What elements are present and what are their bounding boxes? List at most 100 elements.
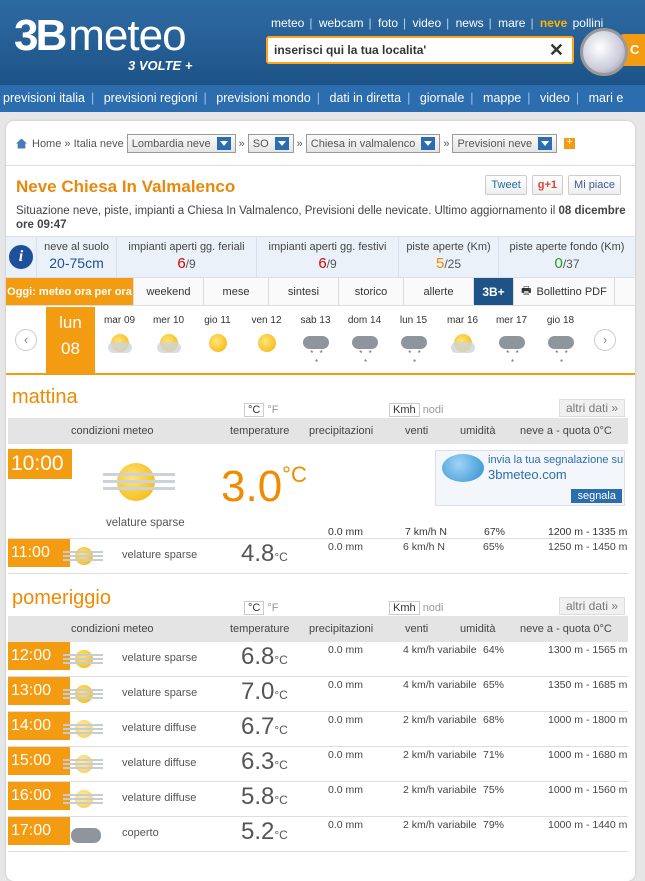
snow-icon: * * * (302, 332, 329, 367)
tab-bollettino[interactable]: 🖶 Bollettino PDF (514, 278, 615, 305)
temp-unit-toggle[interactable]: °C °F (244, 601, 279, 615)
tab-oggi[interactable]: Oggi: meteo ora per ora (6, 278, 134, 305)
tab-3bplus[interactable]: 3B+ (474, 278, 514, 305)
content-card: Home » Italia neve Lombardia neve» SO» C… (6, 121, 635, 881)
table-row: 15:00 velature diffuse 6.3°C 0.0 mm 2 km/h v… (8, 747, 628, 782)
tab-sintesi[interactable]: sintesi (269, 278, 339, 305)
altri-dati-button[interactable]: altri dati » (558, 399, 625, 417)
nav-item[interactable]: previsioni mondo (216, 91, 311, 105)
nav-item[interactable]: mari e (589, 91, 624, 105)
altri-dati-button[interactable]: altri dati » (558, 597, 625, 615)
home-icon[interactable] (16, 138, 27, 149)
nav-item[interactable]: mappe (483, 91, 521, 105)
sun-cloud-icon (450, 332, 476, 354)
tab-allerte[interactable]: allerte (404, 278, 474, 305)
dropdown-section[interactable]: Previsioni neve (452, 134, 558, 153)
day-selected[interactable]: lun 08 (46, 307, 95, 373)
section-title: pomeriggio (12, 587, 111, 609)
tab-mese[interactable]: mese (204, 278, 269, 305)
day-strip: ‹ lun 08 mar 09 mer 10 gio 11 ven 12 sab … (6, 307, 635, 375)
search-icon[interactable] (580, 28, 628, 76)
sun-haze-icon (63, 543, 105, 571)
current-temp: 3.0°C (221, 462, 307, 511)
site-header: 3Bmeteo 3 VOLTE + meteo | webcam | foto | v… (0, 0, 645, 85)
nav-item[interactable]: video (540, 91, 570, 105)
top-links: meteo | webcam | foto | video | news | mare | … (271, 16, 604, 30)
day-item[interactable]: lun 15 * * * (389, 307, 438, 373)
link-news[interactable]: news (456, 16, 484, 30)
description: Situazione neve, piste, impianti a Chies… (16, 205, 626, 231)
table-row: 16:00 velature diffuse 5.8°C 0.0 mm 2 km/h v… (8, 782, 628, 817)
nav-item[interactable]: dati in diretta (330, 91, 402, 105)
segnala-box[interactable]: invia la tua segnalazione su 3bmeteo.com… (435, 450, 625, 506)
tweet-button[interactable]: Tweet (485, 175, 527, 195)
logo[interactable]: 3Bmeteo (14, 11, 187, 60)
link-webcam[interactable]: webcam (319, 16, 364, 30)
dropdown-province[interactable]: SO (247, 134, 294, 153)
day-item[interactable]: gio 18 * * * (536, 307, 585, 373)
day-item[interactable]: mar 09 (95, 307, 144, 373)
hour-label: 10:00 (8, 449, 72, 479)
snow-stats: i neve al suolo 20-75cm impianti aperti g… (6, 236, 635, 278)
snow-icon: * * * (498, 332, 525, 367)
logo-b: 3B (14, 11, 67, 60)
day-item[interactable]: mer 17 * * * (487, 307, 536, 373)
segnala-button[interactable]: segnala (571, 489, 622, 503)
day-item[interactable]: ven 12 (242, 307, 291, 373)
section-title: mattina (12, 386, 78, 408)
link-video[interactable]: video (412, 16, 441, 30)
day-item[interactable]: mar 16 (438, 307, 487, 373)
forecast-tabs: Oggi: meteo ora per ora weekend mese sin… (6, 278, 635, 306)
crumb-home[interactable]: Home (32, 138, 61, 150)
day-item[interactable]: sab 13 * * * (291, 307, 340, 373)
crumb-italia[interactable]: Italia neve (74, 138, 124, 150)
sun-haze-icon (63, 751, 105, 779)
plus-icon[interactable]: + (564, 138, 576, 149)
nav-item[interactable]: previsioni italia (3, 91, 85, 105)
stat-feriali: impianti aperti gg. feriali 6/9 (116, 237, 256, 277)
info-icon[interactable]: i (6, 237, 36, 277)
divider (6, 165, 635, 166)
prev-arrow-icon[interactable]: ‹ (6, 307, 46, 373)
wind-unit-toggle[interactable]: Kmh nodi (389, 403, 443, 417)
link-mare[interactable]: mare (498, 16, 525, 30)
gplus-button[interactable]: g+1 (531, 175, 564, 195)
social-buttons: Tweet g+1 Mi piace (485, 175, 621, 195)
sun-haze-icon (63, 716, 105, 744)
stat-piste: piste aperte (Km) 5/25 (398, 237, 498, 277)
sun-haze-icon (103, 459, 175, 507)
day-item[interactable]: dom 14 * * * (340, 307, 389, 373)
chevron-down-icon (421, 137, 436, 150)
sun-haze-icon (63, 646, 105, 674)
nav-item[interactable]: previsioni regioni (104, 91, 198, 105)
day-item[interactable]: gio 11 (193, 307, 242, 373)
sun-icon (205, 332, 231, 354)
link-neve[interactable]: neve (540, 16, 567, 30)
table-row: 14:00 velature diffuse 6.7°C 0.0 mm 2 km/h v… (8, 712, 628, 747)
day-item[interactable]: mer 10 (144, 307, 193, 373)
clear-icon[interactable]: ✕ (549, 40, 564, 61)
search-input[interactable]: inserisci qui la tua localita' ✕ (266, 36, 574, 64)
dropdown-region[interactable]: Lombardia neve (126, 134, 236, 153)
page-title: Neve Chiesa In Valmalenco (16, 177, 236, 196)
link-foto[interactable]: foto (378, 16, 398, 30)
next-arrow-icon[interactable]: › (585, 307, 625, 373)
table-row: 17:00 coperto 5.2°C 0.0 mm 2 km/h variabile 7… (8, 817, 628, 852)
temp-unit-toggle[interactable]: °C °F (244, 403, 279, 417)
tab-storico[interactable]: storico (339, 278, 404, 305)
chevron-down-icon (538, 137, 553, 150)
table-row: 11:00 velature sparse 4.8°C 0.0 mm 6 km/h… (8, 539, 628, 574)
link-meteo[interactable]: meteo (271, 16, 304, 30)
wind-unit-toggle[interactable]: Kmh nodi (389, 601, 443, 615)
search-text: inserisci qui la tua localita' (274, 43, 427, 57)
facebook-like-button[interactable]: Mi piace (568, 175, 621, 195)
stat-neve: neve al suolo 20-75cm (36, 237, 116, 277)
stat-festivi: impianti aperti gg. festivi 6/9 (256, 237, 398, 277)
nav-item[interactable]: giornale (420, 91, 464, 105)
tab-weekend[interactable]: weekend (134, 278, 204, 305)
sun-cloud-icon (107, 332, 133, 354)
dropdown-town[interactable]: Chiesa in valmalenco (305, 134, 441, 153)
snow-icon: * * * (351, 332, 378, 367)
chevron-down-icon (274, 137, 289, 150)
chevron-down-icon (216, 137, 231, 150)
